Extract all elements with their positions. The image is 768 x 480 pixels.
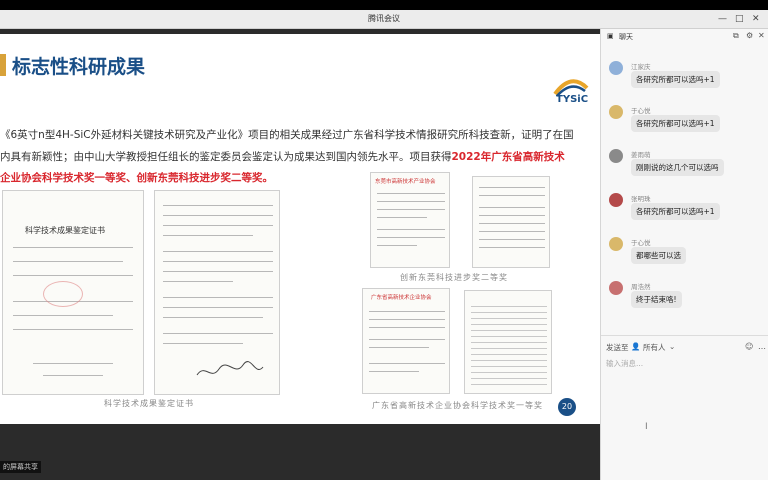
logo-text: TYSiC xyxy=(556,94,589,105)
message-sender: 于心悦 xyxy=(631,239,651,247)
chat-input-area: 发送至 👤 所有人 ⌄ ☺ … 输入消息... I xyxy=(601,335,768,480)
minimize-icon[interactable]: — xyxy=(718,13,727,25)
chat-bubble-icon: ▣ xyxy=(607,32,614,40)
message-text: 刚刚说的这几个可以选吗 xyxy=(631,159,724,176)
message-text: 各研究所都可以选吗+1 xyxy=(631,71,720,88)
text-cursor-icon: I xyxy=(645,422,648,432)
send-to-label: 发送至 xyxy=(606,343,629,352)
meeting-window: 腾讯会议 — □ ✕ 标志性科研成果 TYSiC 《6英寸n型4H-SiC外延材… xyxy=(0,0,768,480)
popout-icon[interactable]: ⧉ xyxy=(733,31,739,41)
cert4-heading: 广东省高新技术企业协会 xyxy=(371,295,432,301)
message-text: 终于结束咯! xyxy=(631,291,682,308)
avatar xyxy=(609,281,623,295)
avatar xyxy=(609,61,623,75)
award-highlight-2: 企业协会科学技术奖一等奖、创新东莞科技进步奖二等奖。 xyxy=(0,172,273,184)
chevron-down-icon[interactable]: ⌄ xyxy=(669,342,675,351)
avatar xyxy=(609,237,623,251)
caption-right: 广东省高新技术企业协会科学技术奖一等奖 xyxy=(372,401,543,410)
message-sender: 张明珠 xyxy=(631,195,651,203)
slide-title: 标志性科研成果 xyxy=(12,56,146,78)
paragraph-line-2-text: 内具有新颖性；由中山大学教授担任组长的鉴定委员会鉴定认为成果达到国内领先水平。项… xyxy=(0,151,452,163)
emoji-icon[interactable]: ☺ xyxy=(745,342,753,351)
chat-input[interactable]: 输入消息... xyxy=(606,358,643,369)
certificate-image-4 xyxy=(472,176,550,268)
maximize-icon[interactable]: □ xyxy=(735,13,744,25)
chat-title: 聊天 xyxy=(619,33,633,41)
close-icon[interactable]: ✕ xyxy=(752,13,760,25)
slide-content: 标志性科研成果 TYSiC 《6英寸n型4H-SiC外延材料关键技术研究及产业化… xyxy=(0,0,600,480)
caption-mid: 创新东莞科技进步奖二等奖 xyxy=(400,273,508,282)
award-highlight-1: 2022年广东省高新技术 xyxy=(451,151,565,163)
caption-left: 科学技术成果鉴定证书 xyxy=(104,399,194,408)
more-icon[interactable]: … xyxy=(758,342,766,351)
chat-panel: ▣ 聊天 ⧉ ⚙ ✕ 江家庆 各研究所都可以选吗+1 于心悦 各研究所都可以选吗+1 姜… xyxy=(600,29,768,480)
message-sender: 于心悦 xyxy=(631,107,651,115)
message-sender: 周浩然 xyxy=(631,283,651,291)
certificate-image-3: 东莞市高新技术产业协会 xyxy=(370,172,450,268)
title-accent xyxy=(0,54,6,76)
certificate-image-5: 广东省高新技术企业协会 xyxy=(362,288,450,394)
settings-icon[interactable]: ⚙ xyxy=(746,31,753,40)
message-sender: 姜雨萌 xyxy=(631,151,651,159)
avatar xyxy=(609,193,623,207)
send-to-select[interactable]: 所有人 xyxy=(643,342,666,353)
user-icon: 👤 xyxy=(631,342,641,351)
signature-icon xyxy=(196,361,264,376)
message-sender: 江家庆 xyxy=(631,63,651,71)
message-text: 各研究所都可以选吗+1 xyxy=(631,203,720,220)
chat-header: ▣ 聊天 ⧉ ⚙ ✕ xyxy=(601,29,768,43)
certificate-image-1: 科学技术成果鉴定证书 xyxy=(2,190,144,395)
cert1-heading: 科学技术成果鉴定证书 xyxy=(25,226,105,235)
message-text: 都哪些可以选 xyxy=(631,247,686,264)
cert3-heading: 东莞市高新技术产业协会 xyxy=(375,179,436,185)
close-chat-icon[interactable]: ✕ xyxy=(758,31,765,40)
avatar xyxy=(609,149,623,163)
certificate-image-6 xyxy=(464,290,552,394)
avatar xyxy=(609,105,623,119)
message-text: 各研究所都可以选吗+1 xyxy=(631,115,720,132)
paragraph-line-1: 《6英寸n型4H-SiC外延材料关键技术研究及产业化》项目的相关成果经过广东省科… xyxy=(0,129,574,141)
paragraph-line-2: 内具有新颖性；由中山大学教授担任组长的鉴定委员会鉴定认为成果达到国内领先水平。项… xyxy=(0,147,590,167)
page-number: 20 xyxy=(558,398,576,416)
screen-share-label: 的屏幕共享 xyxy=(0,461,41,473)
certificate-image-2 xyxy=(154,190,280,395)
